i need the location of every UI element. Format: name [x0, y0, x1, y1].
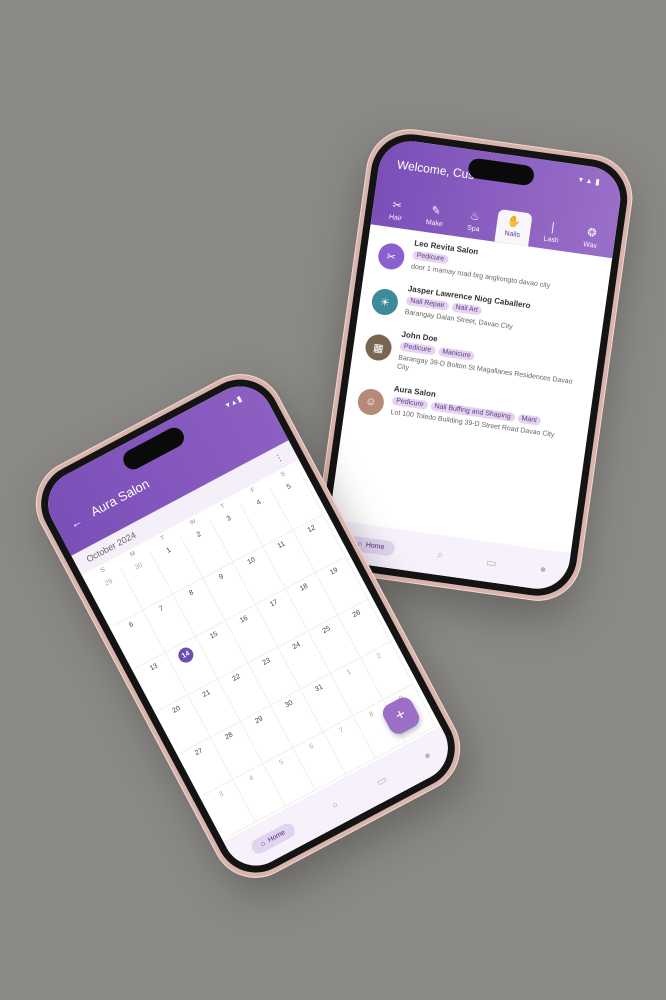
day-number: 21 [201, 689, 212, 699]
day-number: 20 [171, 704, 182, 715]
day-number: 31 [314, 683, 325, 694]
home-icon: ⌂ [259, 839, 267, 848]
day-number: 2 [195, 530, 203, 539]
lashes-icon: ❘ [547, 221, 559, 235]
chat-icon[interactable]: ▭ [374, 772, 389, 788]
day-number: 14 [175, 644, 197, 666]
day-number: 12 [306, 524, 317, 535]
day-number: 30 [284, 699, 295, 710]
nails-icon: ✋ [506, 215, 522, 230]
day-number: 6 [308, 742, 316, 751]
day-number: 3 [218, 790, 225, 799]
status-icons: ▾ ▴ ▮ [578, 174, 602, 187]
day-number: 26 [351, 609, 362, 620]
day-number: 8 [368, 710, 376, 719]
day-number: 1 [165, 546, 173, 555]
avatar: ▦ [363, 332, 394, 363]
tab-spa[interactable]: ♨ Spa [455, 207, 493, 240]
day-number: 28 [223, 731, 235, 742]
tab-wax[interactable]: ❂ Wax [572, 224, 610, 257]
profile-icon[interactable]: ● [422, 749, 434, 763]
service-tag: Mani [517, 413, 542, 426]
avatar: ☺ [356, 387, 386, 417]
day-number: 30 [133, 561, 145, 572]
salon-list: ✂ Leo Revita Salon Pedicure door 1 mamay… [344, 224, 612, 445]
day-number: 10 [246, 556, 257, 567]
tab-nails[interactable]: ✋ Nails [494, 208, 533, 247]
nav-home[interactable]: ⌂ Home [248, 820, 298, 856]
phone-customer-home: ▾ ▴ ▮ Welcome, Cus ✂ Hair ✎ Make ♨ Spa ✋ Nai… [309, 123, 639, 607]
service-tag: Nail Art [450, 302, 483, 316]
makeup-icon: ✎ [430, 204, 442, 218]
profile-icon[interactable]: ● [539, 563, 547, 576]
day-number: 29 [103, 577, 114, 588]
day-number: 15 [208, 630, 220, 641]
day-number: 9 [218, 573, 225, 582]
tab-hair[interactable]: ✂ Hair [377, 196, 415, 229]
day-number: 4 [248, 774, 255, 783]
tab-lashes[interactable]: ❘ Lash [533, 218, 571, 251]
day-number: 18 [298, 582, 310, 593]
day-number: 3 [225, 514, 233, 523]
day-number: 22 [231, 673, 242, 683]
spa-icon: ♨ [469, 210, 481, 224]
phone-bezel: ▾ ▴ ▮ Welcome, Cus ✂ Hair ✎ Make ♨ Spa ✋ Nai… [315, 129, 633, 601]
chat-icon[interactable]: ▭ [486, 555, 498, 569]
day-number: 16 [238, 614, 250, 625]
day-number: 19 [329, 566, 340, 577]
tab-makeup[interactable]: ✎ Make [416, 202, 454, 235]
day-number: 6 [128, 621, 135, 630]
day-number: 2 [375, 652, 383, 661]
more-vert-icon[interactable]: ⋮ [273, 451, 286, 465]
day-number: 29 [253, 715, 265, 726]
day-number: 5 [285, 482, 293, 491]
search-icon[interactable]: ⌕ [436, 548, 445, 562]
hair-icon: ✂ [391, 199, 403, 213]
avatar: ✂ [376, 241, 406, 272]
wax-icon: ❂ [586, 226, 598, 240]
avatar: ☀ [370, 287, 400, 317]
day-number: 5 [278, 758, 285, 767]
day-number: 13 [148, 662, 160, 673]
day-number: 4 [255, 498, 263, 507]
welcome-text: Welcome, Cus [396, 157, 476, 183]
day-number: 7 [158, 605, 165, 614]
home-screen: ▾ ▴ ▮ Welcome, Cus ✂ Hair ✎ Make ♨ Spa ✋ Nai… [323, 137, 625, 593]
day-number: 11 [276, 540, 287, 551]
day-number: 23 [261, 657, 272, 667]
day-number: 27 [193, 747, 205, 758]
day-number: 8 [188, 589, 195, 598]
page-title: Aura Salon [87, 475, 152, 520]
day-number: 25 [321, 625, 332, 635]
status-icons: ▾ ▴ ▮ [224, 394, 244, 410]
day-number: 7 [338, 726, 346, 735]
day-number: 24 [291, 641, 302, 651]
search-icon[interactable]: ⌕ [329, 798, 341, 812]
day-number: 1 [345, 668, 353, 677]
back-arrow-icon[interactable]: ← [68, 513, 85, 531]
day-number: 17 [268, 598, 280, 609]
